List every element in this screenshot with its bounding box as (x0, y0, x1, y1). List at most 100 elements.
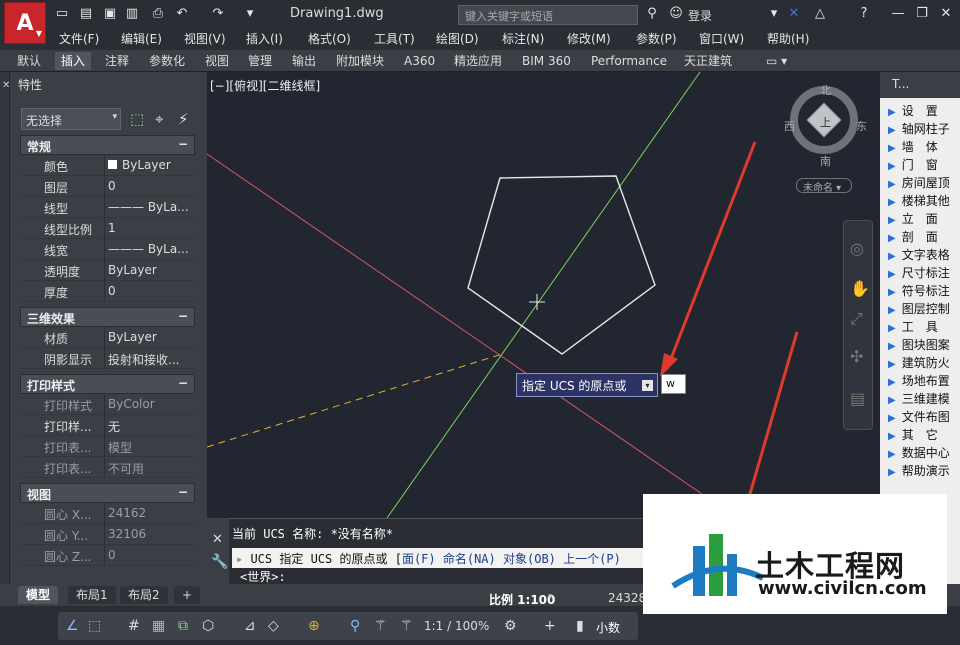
menu-format[interactable]: 格式(O) (308, 30, 351, 48)
palette-item[interactable]: ▶ 建筑防火 (888, 354, 960, 372)
auto-scale-icon[interactable]: ⚚ (374, 618, 387, 634)
dynamic-ucs-icon[interactable]: ∠ (66, 618, 79, 634)
collapse-icon[interactable]: − (178, 137, 188, 151)
prop-row-material[interactable]: 材质 ByLayer (20, 327, 195, 348)
selection-cycling-icon[interactable]: ⬚ (88, 618, 101, 634)
palette-title[interactable]: T... (880, 72, 960, 98)
palette-item[interactable]: ▶ 符号标注 (888, 282, 960, 300)
properties-panel-strip[interactable] (0, 72, 10, 584)
cmd-option-object[interactable]: 对象(OB) (503, 552, 556, 566)
chevron-down-icon[interactable]: ▾ (548, 592, 553, 602)
prop-row-plot-table-type[interactable]: 打印表... 不可用 (20, 457, 195, 478)
drawing-viewport[interactable] (207, 72, 880, 518)
prop-row-center-z[interactable]: 圆心 Z... 0 (20, 545, 195, 566)
menu-window[interactable]: 窗口(W) (699, 30, 744, 48)
palette-item[interactable]: ▶ 门 窗 (888, 156, 960, 174)
section-plot-style[interactable]: 打印样式 − (20, 374, 195, 394)
tab-insert[interactable]: 插入 (55, 52, 92, 70)
prop-row-shadow[interactable]: 阴影显示 投射和接收... (20, 348, 195, 369)
annotation-visibility-icon[interactable]: ⚲ (350, 618, 360, 634)
prop-row-plot-table-attached[interactable]: 打印表... 模型 (20, 436, 195, 457)
palette-item[interactable]: ▶ 其 它 (888, 426, 960, 444)
ucs-name-dropdown[interactable]: 未命名 ▾ (796, 178, 852, 194)
tab-view[interactable]: 视图 (205, 52, 229, 70)
application-menu-button[interactable]: A ▼ (4, 2, 46, 44)
zoom-ratio[interactable]: 1:1 / 100% (424, 619, 489, 633)
cmd-option-previous[interactable]: 上一个(P) (563, 552, 621, 566)
menu-edit[interactable]: 编辑(E) (121, 30, 162, 48)
showmotion-icon[interactable]: ▤ (850, 389, 865, 408)
tab-performance[interactable]: Performance (591, 52, 667, 70)
prop-row-layer[interactable]: 图层 0 (20, 176, 195, 197)
palette-item[interactable]: ▶ 帮助演示 (888, 462, 960, 480)
quick-select-icon[interactable]: ⚡ (178, 110, 189, 128)
restore-icon[interactable]: ❐ (914, 6, 930, 22)
prop-row-linetype[interactable]: 线型 ——— ByLa... (20, 197, 195, 218)
palette-item[interactable]: ▶ 三维建模 (888, 390, 960, 408)
ucs-icon[interactable]: ⊿ (244, 618, 256, 634)
palette-item[interactable]: ▶ 图块图案 (888, 336, 960, 354)
prop-row-thickness[interactable]: 厚度 0 (20, 281, 195, 302)
save-as-icon[interactable]: ▥ (124, 6, 140, 22)
palette-item[interactable]: ▶ 文字表格 (888, 246, 960, 264)
tab-bim360[interactable]: BIM 360 (522, 52, 571, 70)
plus-icon[interactable]: + (544, 618, 556, 634)
prop-row-center-y[interactable]: 圆心 Y... 32106 (20, 524, 195, 545)
undo-icon[interactable]: ↶ (174, 6, 190, 22)
palette-item[interactable]: ▶ 图层控制 (888, 300, 960, 318)
ribbon-minimize-icon[interactable]: ▭ ▾ (766, 52, 787, 70)
prop-row-transparency[interactable]: 透明度 ByLayer (20, 260, 195, 281)
quick-properties-icon[interactable]: ⧉ (178, 618, 188, 634)
menu-view[interactable]: 视图(V) (184, 30, 226, 48)
save-icon[interactable]: ▣ (102, 6, 118, 22)
collapse-icon[interactable]: − (178, 309, 188, 323)
pentagon-shape[interactable] (467, 175, 656, 355)
open-folder-icon[interactable]: ▤ (78, 6, 94, 22)
zoom-extents-icon[interactable]: ⤢ (850, 309, 863, 329)
menu-help[interactable]: 帮助(H) (767, 30, 809, 48)
grid-icon[interactable]: # (128, 618, 140, 634)
login-link[interactable]: 登录 (688, 7, 712, 24)
select-objects-icon[interactable]: ⌖ (155, 110, 163, 128)
panel-close-icon[interactable]: ✕ (2, 80, 10, 91)
tab-model[interactable]: 模型 (18, 586, 59, 604)
help-icon[interactable]: ? (856, 6, 872, 22)
3d-object-snap-icon[interactable]: ⬡ (202, 618, 214, 634)
close-icon[interactable]: ✕ (938, 6, 954, 22)
cmd-option-named[interactable]: 命名(NA) (443, 552, 496, 566)
viewport-controls-label[interactable]: [−][俯视][二维线框] (210, 77, 320, 94)
units-label[interactable]: 小数 (596, 619, 620, 636)
palette-item[interactable]: ▶ 立 面 (888, 210, 960, 228)
palette-item[interactable]: ▶ 墙 体 (888, 138, 960, 156)
prop-row-center-x[interactable]: 圆心 X... 24162 (20, 503, 195, 524)
tab-default[interactable]: 默认 (17, 52, 41, 70)
binoculars-icon[interactable]: ⚲ (644, 6, 660, 22)
menu-file[interactable]: 文件(F) (59, 30, 99, 48)
isolate-objects-icon[interactable]: ▮ (576, 618, 584, 634)
palette-item[interactable]: ▶ 尺寸标注 (888, 264, 960, 282)
palette-item[interactable]: ▶ 场地布置 (888, 372, 960, 390)
prop-row-lineweight[interactable]: 线宽 ——— ByLa... (20, 239, 195, 260)
palette-item[interactable]: ▶ 设 置 (888, 102, 960, 120)
tab-addins[interactable]: 附加模块 (336, 52, 384, 70)
print-icon[interactable]: ⎙ (150, 6, 166, 22)
palette-item[interactable]: ▶ 楼梯其他 (888, 192, 960, 210)
tab-featured-apps[interactable]: 精选应用 (454, 52, 502, 70)
drawing-canvas[interactable] (207, 72, 880, 518)
tab-a360[interactable]: A360 (404, 52, 435, 70)
palette-item[interactable]: ▶ 轴网柱子 (888, 120, 960, 138)
a360-icon[interactable]: △ (812, 6, 828, 22)
steering-wheel-icon[interactable]: ◎ (850, 239, 864, 258)
compass-west[interactable]: 西 (784, 118, 795, 134)
compass-south[interactable]: 南 (820, 153, 831, 169)
menu-modify[interactable]: 修改(M) (567, 30, 611, 48)
prop-row-plot-style[interactable]: 打印样式 ByColor (20, 394, 195, 415)
annotation-scale-icon[interactable]: ⚚ (400, 618, 413, 634)
menu-insert[interactable]: 插入(I) (246, 30, 283, 48)
new-file-icon[interactable]: ▭ (54, 6, 70, 22)
search-input[interactable]: 键入关键字或短语 (458, 5, 638, 25)
command-input[interactable]: ▸ UCS 指定 UCS 的原点或 [面(F) 命名(NA) 对象(OB) 上一… (232, 548, 652, 568)
palette-item[interactable]: ▶ 工 具 (888, 318, 960, 336)
exchange-icon[interactable]: ✕ (786, 6, 802, 22)
qat-dropdown-icon[interactable]: ▾ (242, 6, 258, 22)
